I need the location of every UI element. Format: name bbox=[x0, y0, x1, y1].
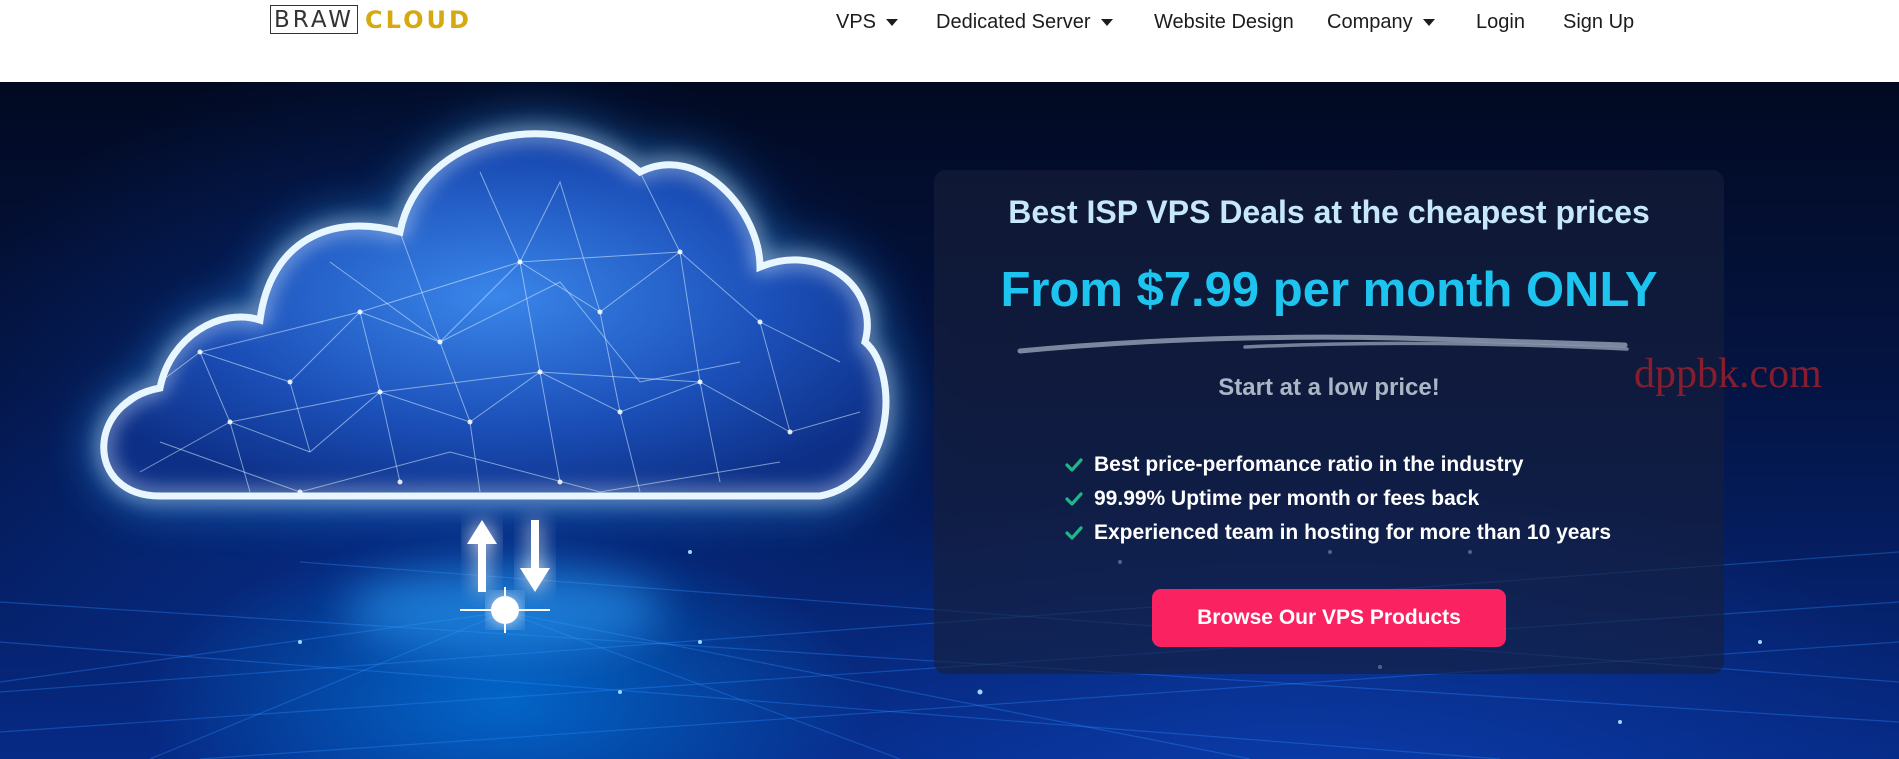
watermark-text: dppbk.com bbox=[1634, 351, 1822, 397]
chevron-down-icon bbox=[886, 18, 899, 26]
nav-item-label: Dedicated Server bbox=[936, 10, 1091, 33]
browse-vps-products-button[interactable]: Browse Our VPS Products bbox=[1152, 589, 1506, 647]
check-icon bbox=[1065, 492, 1083, 506]
brand-logo-part1: BRAW bbox=[270, 5, 359, 34]
check-icon bbox=[1065, 526, 1083, 540]
feature-text: Best price-perfomance ratio in the indus… bbox=[1094, 453, 1524, 476]
promo-price: From $7.99 per month ONLY bbox=[1000, 263, 1658, 317]
nav-item-vps[interactable]: VPS bbox=[836, 9, 899, 35]
brush-underline bbox=[1017, 334, 1629, 354]
feature-item: 99.99% Uptime per month or fees back bbox=[1064, 482, 1611, 516]
hero-banner: Best ISP VPS Deals at the cheapest price… bbox=[0, 82, 1899, 759]
brand-logo-part2: CLOUD bbox=[365, 5, 472, 34]
feature-list: Best price-perfomance ratio in the indus… bbox=[1064, 448, 1611, 550]
nav-item-label: VPS bbox=[836, 10, 877, 33]
nav-item-label: Website Design bbox=[1154, 10, 1294, 33]
nav-item-label: Login bbox=[1476, 10, 1525, 33]
brand-logo[interactable]: BRAW CLOUD bbox=[270, 5, 472, 34]
nav-item-dedicated-server[interactable]: Dedicated Server bbox=[936, 9, 1113, 35]
site-header: BRAW CLOUD VPS Dedicated Server Website … bbox=[0, 0, 1899, 82]
nav-item-label: Sign Up bbox=[1563, 10, 1635, 33]
chevron-down-icon bbox=[1422, 18, 1435, 26]
nav-item-login[interactable]: Login bbox=[1476, 9, 1525, 35]
nav-item-company[interactable]: Company bbox=[1327, 9, 1435, 35]
feature-text: 99.99% Uptime per month or fees back bbox=[1094, 487, 1480, 510]
chevron-down-icon bbox=[1100, 18, 1113, 26]
nav-item-label: Company bbox=[1327, 10, 1413, 33]
promo-subheading: Start at a low price! bbox=[1218, 374, 1440, 401]
nav-item-sign-up[interactable]: Sign Up bbox=[1563, 9, 1634, 35]
feature-item: Best price-perfomance ratio in the indus… bbox=[1064, 448, 1611, 482]
feature-text: Experienced team in hosting for more tha… bbox=[1094, 521, 1611, 544]
check-icon bbox=[1065, 458, 1083, 472]
promo-heading: Best ISP VPS Deals at the cheapest price… bbox=[1008, 194, 1650, 230]
nav-item-website-design[interactable]: Website Design bbox=[1154, 9, 1294, 35]
feature-item: Experienced team in hosting for more tha… bbox=[1064, 516, 1611, 550]
